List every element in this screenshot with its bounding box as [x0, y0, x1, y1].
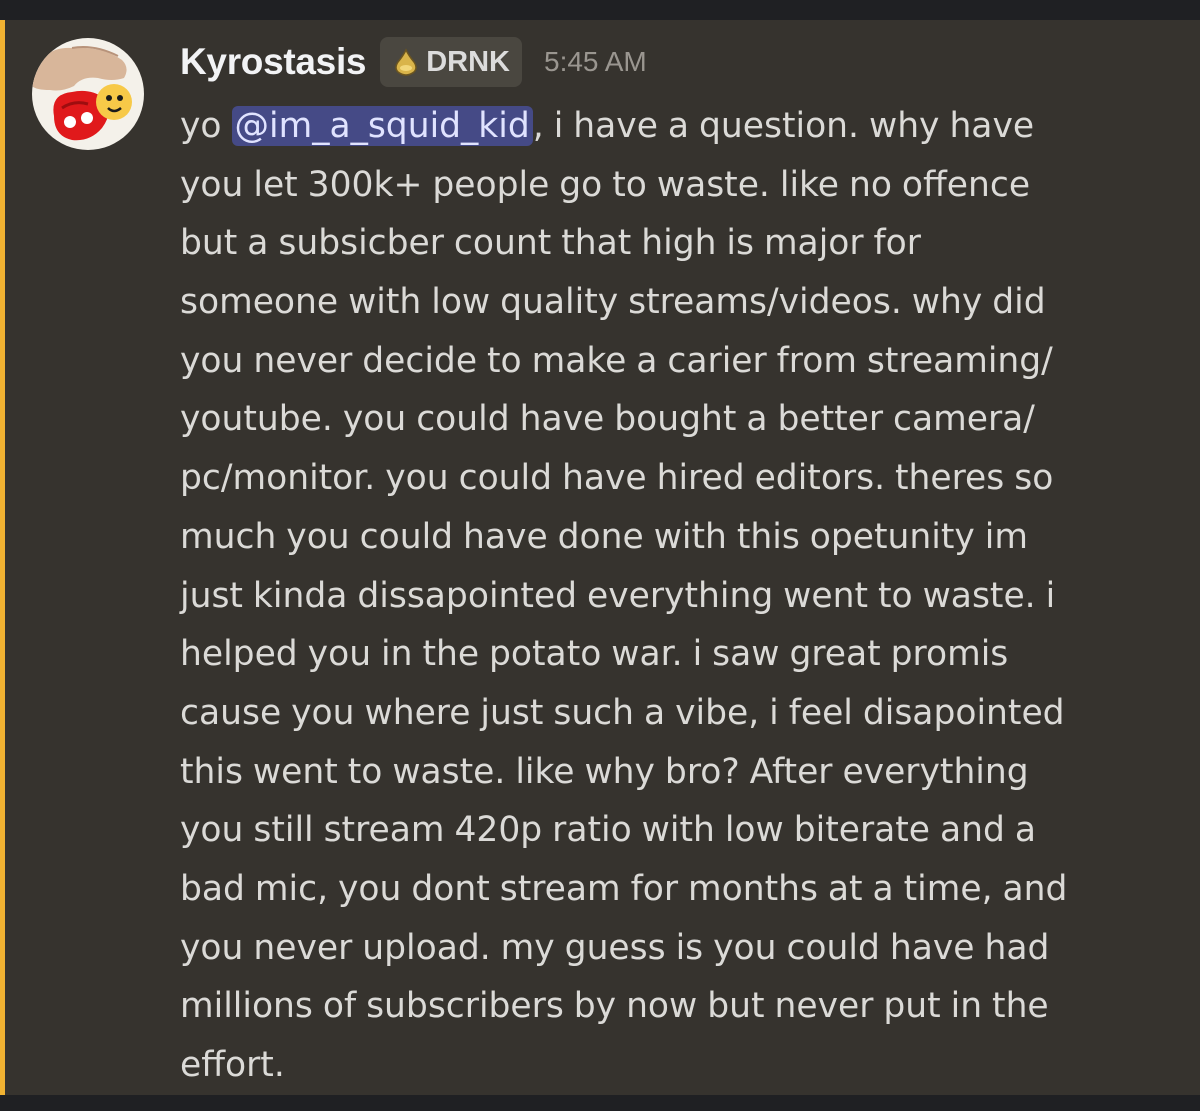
message-line: you let 300k+ people go to waste. like n… [180, 164, 1031, 205]
user-mention[interactable]: @im_a_squid_kid [231, 106, 533, 146]
message-line: this went to waste. like why bro? After … [180, 751, 1029, 792]
message-content: yo @im_a_squid_kid, i have a question. w… [180, 97, 1180, 1095]
message-line: cause you where just such a vibe, i feel… [180, 692, 1065, 733]
message-line: effort. [180, 1045, 285, 1085]
drink-drop-icon [390, 46, 422, 78]
message-line: just kinda dissapointed everything went … [180, 575, 1056, 616]
message-line: but a subsicber count that high is major… [180, 223, 921, 264]
message-line: helped you in the potato war. i saw grea… [180, 634, 1009, 675]
message-line: millions of subscribers by now but never… [180, 986, 1049, 1027]
chat-message[interactable]: Kyrostasis DRNK 5:45 AM yo @im_a_squid_k… [0, 20, 1200, 1095]
username[interactable]: Kyrostasis [180, 41, 367, 83]
message-text-start: yo [180, 106, 232, 146]
message-header: Kyrostasis DRNK 5:45 AM [180, 34, 647, 90]
guild-tag[interactable]: DRNK [380, 37, 522, 87]
message-line: you never decide to make a carier from s… [180, 340, 1053, 381]
message-line: yo @im_a_squid_kid, i have a question. w… [180, 97, 1180, 156]
message-line: youtube. you could have bought a better … [180, 399, 1035, 440]
screenshot-frame: Kyrostasis DRNK 5:45 AM yo @im_a_squid_k… [0, 0, 1200, 1111]
message-line: someone with low quality streams/videos.… [180, 282, 1046, 323]
message-line: much you could have done with this opetu… [180, 516, 1028, 557]
guild-tag-label: DRNK [426, 45, 510, 78]
message-line: you still stream 420p ratio with low bit… [180, 810, 1037, 851]
message-line: you never upload. my guess is you could … [180, 927, 1050, 968]
avatar[interactable] [32, 38, 144, 150]
avatar-image [32, 38, 144, 150]
message-line: bad mic, you dont stream for months at a… [180, 868, 1068, 909]
mention-highlight-bar [0, 20, 5, 1095]
message-timestamp[interactable]: 5:45 AM [544, 46, 647, 78]
message-line: pc/monitor. you could have hired editors… [180, 458, 1054, 499]
message-text-after-mention: , i have a question. why have [532, 106, 1035, 146]
